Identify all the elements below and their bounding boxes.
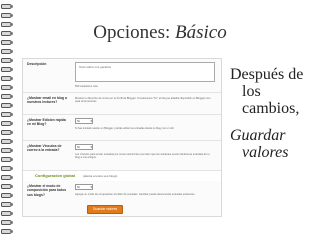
binding-ring (1, 175, 13, 181)
description-value: Todo sobre mis geraños (79, 65, 112, 69)
binding-ring (1, 85, 13, 91)
slide-title-emphasis: Básico (175, 22, 227, 43)
binding-ring (1, 67, 13, 73)
scope-note: (afecta a todos sus blogs) (83, 173, 118, 178)
quick-help: Los vínculos para enviar entradas por co… (75, 153, 210, 160)
note-spacer (230, 117, 318, 127)
blogger-settings-screenshot: Descripción Todo sobre mis geraños 500 c… (22, 58, 222, 217)
binding-ring (1, 220, 13, 226)
email-help: Mostrar tu dirección de correo en tu Per… (75, 97, 211, 104)
binding-ring (1, 121, 13, 127)
binding-ring (1, 103, 13, 109)
listing-select[interactable]: Sí (75, 118, 93, 124)
description-counter: 500 caracteres más (75, 85, 98, 88)
binding-ring (1, 229, 13, 235)
listing-label: ¿Mostrar Edición rápida en mi Blog? (27, 118, 66, 127)
listing-row: ¿Mostrar Edición rápida en mi Blog? Sí S… (23, 115, 221, 141)
note-line-3: cambios, (242, 100, 300, 117)
binding-ring (1, 76, 13, 82)
quick-select[interactable]: Sí (75, 144, 93, 150)
note-line-2: los (242, 83, 261, 100)
scope-heading: Configuración global (35, 173, 75, 178)
listing-help: Si has iniciado sesión en Blogger, podrá… (75, 127, 174, 130)
binding-ring (1, 184, 13, 190)
binding-ring (1, 166, 13, 172)
compose-select[interactable]: Sí (75, 184, 93, 190)
global-settings-header: Configuración global (afecta a todos sus… (23, 171, 221, 181)
binding-ring (1, 202, 13, 208)
binding-ring (1, 4, 13, 10)
binding-ring (1, 49, 13, 55)
binding-ring (1, 112, 13, 118)
binding-ring (1, 130, 13, 136)
description-row: Descripción Todo sobre mis geraños 500 c… (23, 59, 221, 93)
email-label: ¿Mostrar email en blog a nuestros lector… (27, 96, 67, 105)
binding-ring (1, 148, 13, 154)
binding-ring (1, 139, 13, 145)
binding-ring (1, 211, 13, 217)
description-textarea[interactable]: Todo sobre mis geraños (75, 62, 215, 82)
quick-row: ¿Mostrar Vínculos de correo a la entrada… (23, 141, 221, 171)
compose-label: ¿Mostrar el modo de composición para tod… (27, 184, 67, 197)
description-label: Descripción (27, 62, 47, 66)
binding-ring (1, 58, 13, 64)
slide-notes: Después de los cambios, Guardar valores (230, 66, 318, 161)
binding-ring (1, 13, 13, 19)
binding-ring (1, 94, 13, 100)
compose-help: Agrega un modo de composición al editor … (75, 193, 196, 196)
save-settings-button[interactable]: Guardar valores (87, 205, 123, 214)
note-line-4: Guardar (230, 127, 286, 144)
binding-ring (1, 157, 13, 163)
binding-ring (1, 193, 13, 199)
slide-title-main: Opciones: (93, 22, 176, 43)
email-row: ¿Mostrar email en blog a nuestros lector… (23, 93, 221, 115)
note-line-1: Después de (230, 66, 304, 83)
quick-label: ¿Mostrar Vínculos de correo a la entrada… (27, 144, 62, 153)
note-line-5: valores (242, 144, 289, 161)
slide-title: Opciones: Básico (0, 22, 320, 44)
